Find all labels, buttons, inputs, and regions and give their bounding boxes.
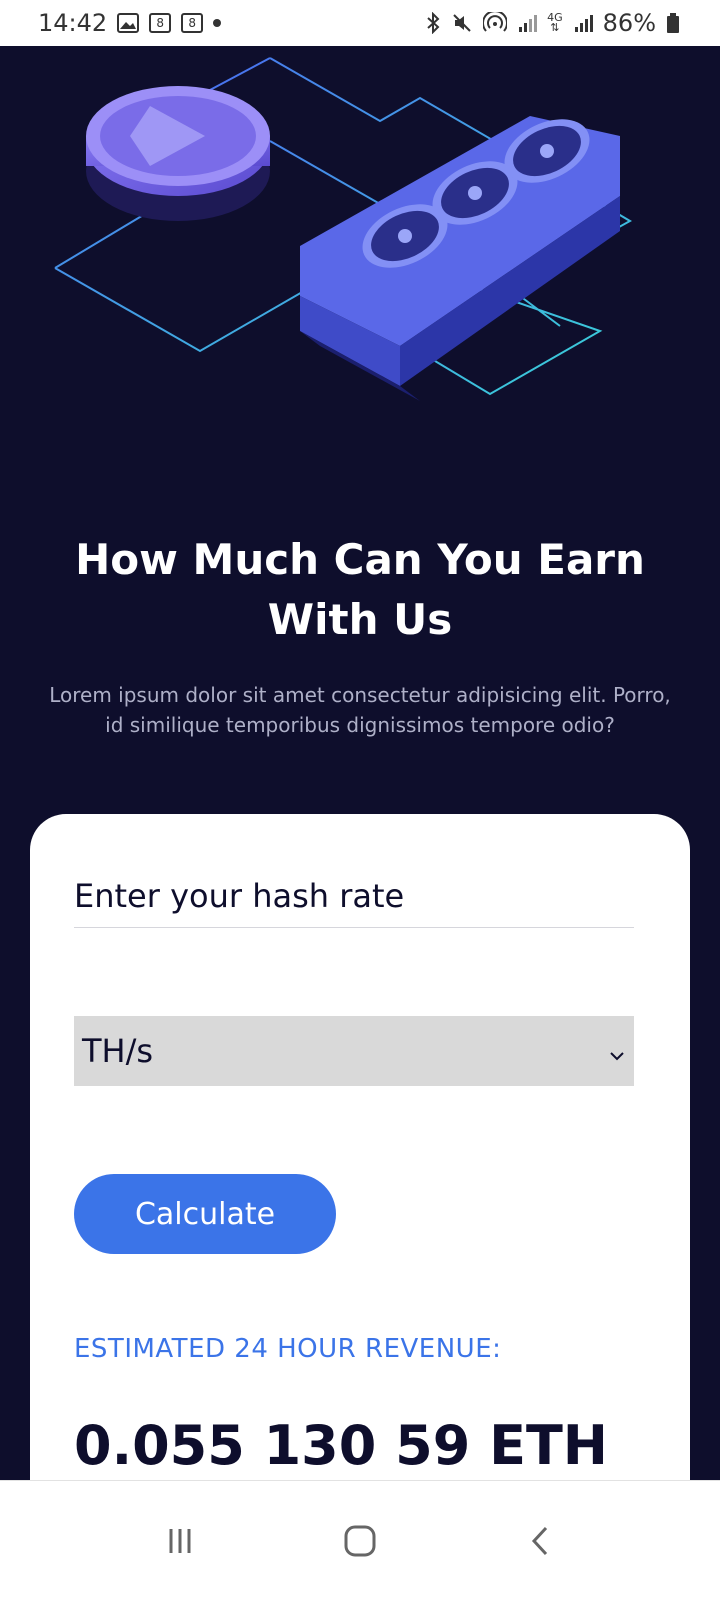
home-icon	[344, 1525, 376, 1556]
hero-illustration	[0, 46, 720, 466]
4g-icon: 4G ⇅	[547, 11, 563, 34]
bluetooth-icon	[425, 12, 441, 34]
home-button[interactable]	[330, 1511, 390, 1571]
calculate-button[interactable]: Calculate	[74, 1174, 336, 1254]
hash-unit-select[interactable]: TH/s	[74, 1016, 634, 1086]
page-title: How Much Can You Earn With Us	[75, 535, 645, 644]
mute-icon	[451, 12, 473, 34]
recent-apps-icon	[169, 1528, 191, 1553]
back-button[interactable]	[510, 1511, 570, 1571]
gpu-mining-illustration	[54, 57, 633, 401]
battery-percent: 86%	[602, 9, 656, 37]
notification-icon: 8	[181, 13, 204, 33]
revenue-value: 0.055 130 59 ETH	[74, 1414, 608, 1477]
system-nav-bar	[0, 1480, 720, 1600]
hash-unit-value: TH/s	[82, 1032, 154, 1070]
back-icon	[531, 1526, 548, 1555]
calculator-card: TH/s Calculate ESTIMATED 24 HOUR REVENUE…	[30, 814, 690, 1514]
hash-rate-input[interactable]	[74, 864, 634, 928]
revenue-label: ESTIMATED 24 HOUR REVENUE:	[74, 1334, 502, 1364]
notification-icon: 8	[149, 13, 172, 33]
recent-apps-button[interactable]	[150, 1511, 210, 1571]
battery-icon	[666, 12, 680, 34]
dot-icon	[213, 19, 222, 27]
signal-icon	[573, 13, 593, 33]
signal-icon	[517, 13, 538, 33]
gpu-card	[300, 116, 620, 401]
status-time: 14:42	[38, 9, 108, 37]
status-bar: 14:42 8 8 4G ⇅ 86%	[0, 0, 720, 46]
image-icon	[117, 13, 140, 33]
hotspot-icon	[483, 12, 508, 34]
ethereum-coin	[86, 86, 270, 221]
chevron-down-icon	[608, 1032, 626, 1070]
page-description: Lorem ipsum dolor sit amet consectetur a…	[49, 683, 671, 737]
